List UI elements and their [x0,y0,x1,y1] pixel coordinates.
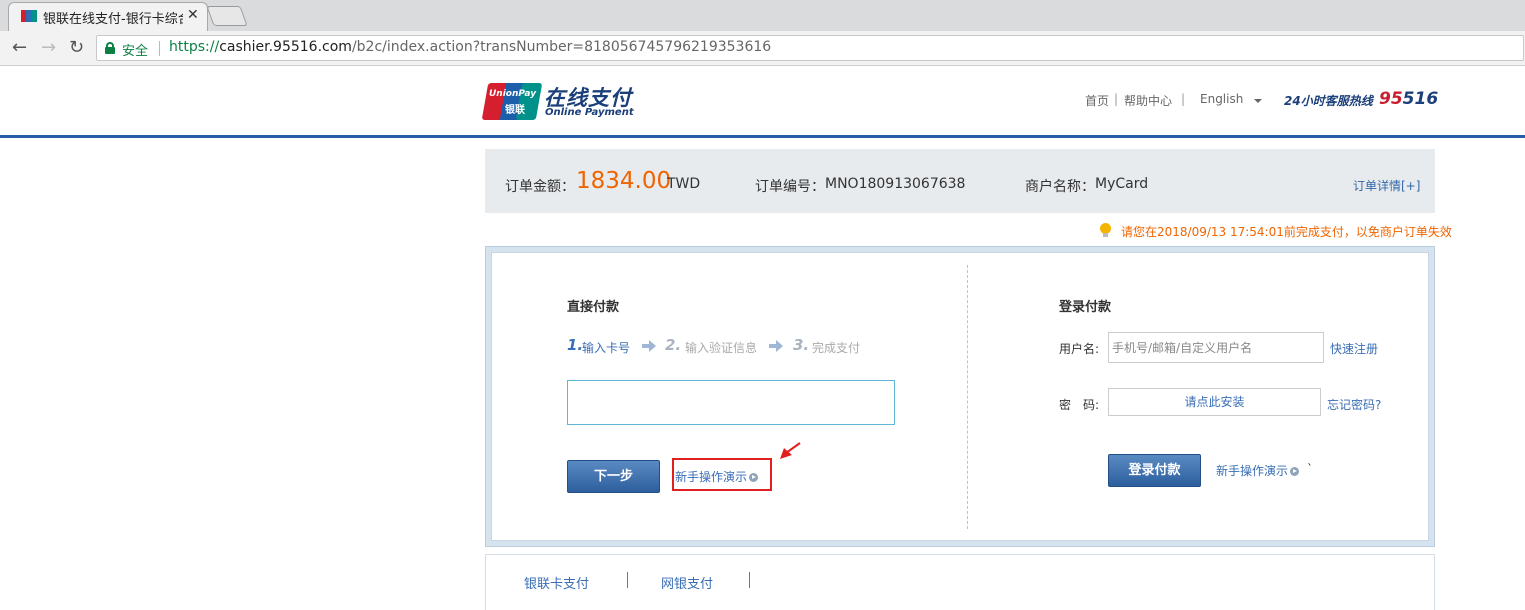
direct-pay-title: 直接付款 [567,300,620,315]
stray-mark: ` [1307,462,1313,476]
forward-arrow-icon[interactable]: → [41,37,56,58]
new-tab-button[interactable] [206,6,248,26]
step-3-number: 3. [793,336,810,354]
tab-unionpay-card[interactable]: 银联卡支付 [524,573,589,592]
arrow-right-icon [769,340,783,352]
login-pay-button[interactable]: 登录付款 [1108,454,1201,487]
order-amount: 1834.00 [576,168,672,194]
login-pay-title: 登录付款 [1059,300,1112,315]
browser-tab[interactable]: 银联在线支付-银行卡综合 ✕ [8,2,208,31]
logo-subtitle: Online Payment [545,107,634,118]
amount-label: 订单金额： [505,179,575,195]
secure-label: 安全 [122,44,149,59]
step-2-number: 2. [665,336,682,354]
url-text[interactable]: https://cashier.95516.com/b2c/index.acti… [169,39,771,55]
header-divider [0,135,1525,138]
help-center-link[interactable]: 帮助中心 [1124,92,1172,109]
address-bar[interactable]: 安全 https://cashier.95516.com/b2c/index.a… [96,35,1524,61]
header-separator: | [1181,92,1186,106]
notice-text: 请您在2018/09/13 17:54:01前完成支付，以免商户订单失效 [1121,225,1452,239]
step-3-label: 完成支付 [812,341,861,355]
order-number-label: 订单编号： [755,179,825,195]
forgot-password-link[interactable]: 忘记密码? [1327,396,1381,413]
browser-toolbar: ← → ↻ 安全 https://cashier.95516.com/b2c/i… [0,31,1525,66]
order-summary: 订单金额： 1834.00 TWD 订单编号： MNO180913067638 … [485,149,1435,213]
section-divider [967,265,968,529]
merchant-name: MyCard [1095,176,1149,192]
order-detail-link[interactable]: 订单详情[+] [1353,177,1420,194]
card-number-input[interactable] [567,380,895,425]
password-install-field[interactable]: 请点此安装 [1108,388,1321,416]
tab-online-banking[interactable]: 网银支付 [661,573,713,592]
play-circle-icon [1290,467,1300,476]
browser-tab-title: 银联在线支付-银行卡综合 [43,12,183,27]
tab-separator [749,572,750,588]
merchant-label: 商户名称： [1025,179,1095,195]
lock-icon [105,42,115,54]
unionpay-logo: UnionPay 银联 [481,83,543,120]
password-label: 密 码: [1059,398,1100,412]
beginner-demo-link[interactable]: 新手操作演示 [675,468,759,485]
chevron-down-icon[interactable] [1254,99,1262,103]
step-1-label: 输入卡号 [582,341,631,355]
payment-panel: 直接付款 1. 输入卡号 2. 输入验证信息 3. 完成支付 下一步 新手操作演… [485,246,1435,547]
arrow-right-icon [642,340,656,352]
quick-register-link[interactable]: 快速注册 [1330,340,1378,357]
payment-method-tabs: 银联卡支付 网银支付 [485,554,1435,610]
order-currency: TWD [667,176,701,192]
hotline-label: 24小时客服热线 [1284,94,1373,108]
browser-tab-strip: 银联在线支付-银行卡综合 ✕ [0,0,1525,31]
unionpay-favicon-icon [21,10,37,22]
address-separator [159,41,160,56]
beginner-demo-link-login[interactable]: 新手操作演示 [1216,462,1300,479]
username-label: 用户名: [1059,342,1100,356]
next-step-button[interactable]: 下一步 [567,460,660,493]
order-number: MNO180913067638 [825,176,966,192]
hotline-number: 95516 [1379,89,1439,109]
username-input[interactable] [1108,332,1324,363]
lightbulb-icon [1100,223,1111,237]
step-1-number: 1. [567,336,584,354]
header-separator: | [1114,92,1119,106]
language-select[interactable]: English [1200,92,1243,106]
step-2-label: 输入验证信息 [685,341,758,355]
home-link[interactable]: 首页 [1085,92,1109,109]
tab-close-icon[interactable]: ✕ [187,7,199,23]
play-circle-icon [749,473,759,482]
tab-separator [627,572,628,588]
red-pointer-arrow-icon [780,442,801,459]
reload-icon[interactable]: ↻ [69,37,84,58]
payment-panel-inner: 直接付款 1. 输入卡号 2. 输入验证信息 3. 完成支付 下一步 新手操作演… [491,252,1429,541]
back-arrow-icon[interactable]: ← [12,37,27,58]
